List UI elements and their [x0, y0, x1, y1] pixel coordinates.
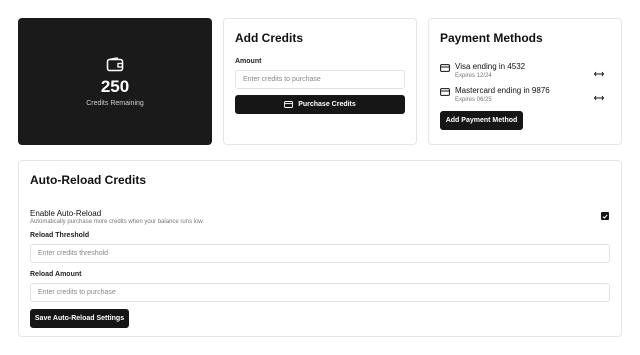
- save-auto-reload-button[interactable]: Save Auto-Reload Settings: [30, 309, 129, 328]
- amount-label: Amount: [235, 58, 262, 65]
- payment-method-expiry: Expires 12/24: [455, 73, 492, 79]
- enable-auto-reload-checkbox[interactable]: [601, 212, 609, 220]
- amount-input[interactable]: Enter credits to purchase: [235, 70, 405, 89]
- auto-reload-card: Auto-Reload Credits Enable Auto-Reload A…: [18, 160, 622, 337]
- credits-balance-value: 250: [100, 76, 130, 96]
- enable-auto-reload-row: Enable Auto-Reload Automatically purchas…: [30, 209, 610, 225]
- payment-method-name: Mastercard ending in 9876: [455, 86, 550, 95]
- add-credits-title: Add Credits: [235, 31, 304, 45]
- credit-card-icon: [440, 88, 450, 96]
- reload-amount-label: Reload Amount: [30, 271, 82, 278]
- purchase-credits-button[interactable]: Purchase Credits: [235, 95, 405, 114]
- swap-arrows-icon[interactable]: [594, 71, 604, 77]
- credits-balance-card: 250 Credits Remaining: [18, 18, 212, 145]
- payment-methods-title: Payment Methods: [440, 31, 543, 45]
- credit-card-icon: [284, 101, 294, 108]
- reload-amount-input[interactable]: Enter credits to purchase: [30, 283, 610, 302]
- payment-method-item: Mastercard ending in 9876 Expires 06/25: [440, 86, 610, 104]
- enable-auto-reload-label: Enable Auto-Reload: [30, 209, 102, 218]
- credit-card-icon: [440, 64, 450, 72]
- purchase-credits-label: Purchase Credits: [298, 101, 356, 108]
- payment-methods-card: Payment Methods Visa ending in 4532 Expi…: [428, 18, 622, 145]
- payment-method-item: Visa ending in 4532 Expires 12/24: [440, 62, 610, 80]
- credits-balance-label: Credits Remaining: [86, 99, 144, 107]
- auto-reload-title: Auto-Reload Credits: [30, 173, 147, 187]
- wallet-icon: [106, 56, 124, 71]
- add-credits-card: Add Credits Amount Enter credits to purc…: [223, 18, 417, 145]
- checkmark-icon: [602, 214, 608, 219]
- payment-method-expiry: Expires 06/25: [455, 97, 492, 103]
- reload-threshold-label: Reload Threshold: [30, 232, 90, 239]
- add-payment-method-button[interactable]: Add Payment Method: [440, 111, 523, 130]
- swap-arrows-icon[interactable]: [594, 95, 604, 101]
- payment-method-name: Visa ending in 4532: [455, 62, 526, 71]
- enable-auto-reload-description: Automatically purchase more credits when…: [30, 219, 205, 225]
- reload-threshold-input[interactable]: Enter credits threshold: [30, 244, 610, 263]
